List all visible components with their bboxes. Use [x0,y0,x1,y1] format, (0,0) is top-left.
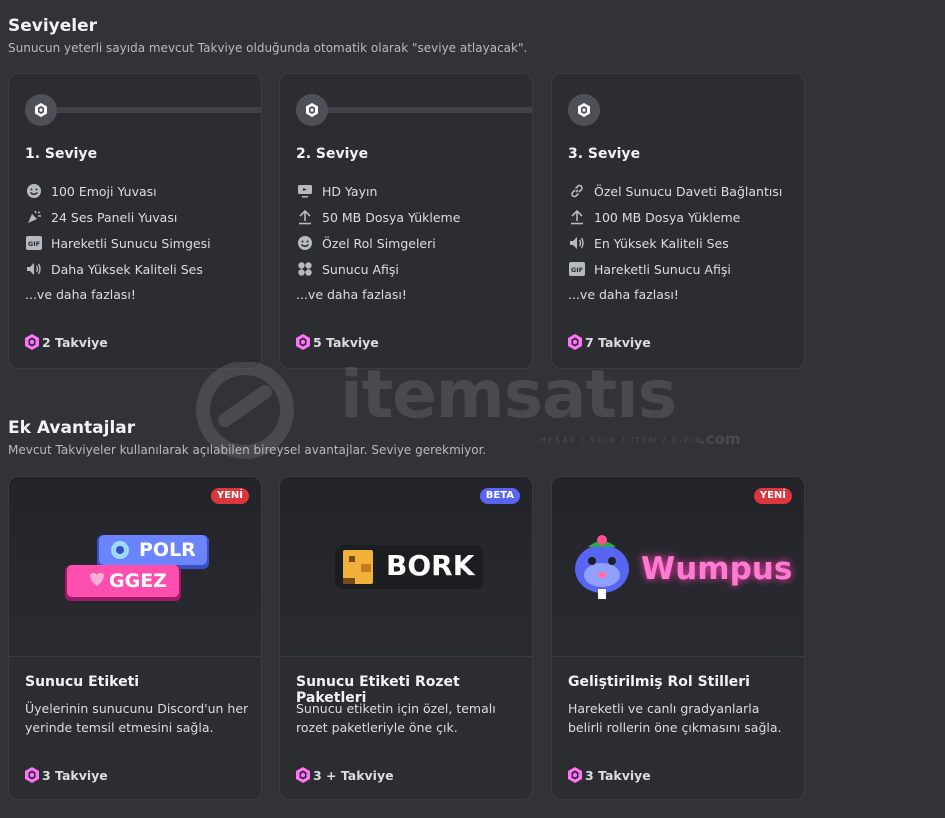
tier-title: 2. Seviye [296,146,369,162]
extras-section-title: Ek Avantajlar [8,418,136,438]
tier-card-2: 2. Seviye HD Yayın 50 MB Dosya Yükleme Ö… [279,73,533,369]
tier-card-1: 1. Seviye 100 Emoji Yuvası 24 Ses Paneli… [8,73,262,369]
perk-label: 50 MB Dosya Yükleme [322,209,461,225]
boost-count: 3 + Takviye [313,767,394,783]
perk-item: HD Yayın [296,178,460,204]
perk-label: HD Yayın [322,183,378,199]
tier-progress [568,94,804,126]
perk-item: Özel Sunucu Daveti Bağlantısı [568,178,782,204]
perk-label: Özel Rol Simgeleri [322,235,436,251]
gif-icon: GIF [568,260,586,278]
perk-label: En Yüksek Kaliteli Ses [594,235,729,251]
perk-item: Sunucu Afişi [296,256,460,282]
more-perks-text: ...ve daha fazlası! [568,287,679,302]
boost-gem-icon [296,334,310,350]
extra-perk-card-server-tag[interactable]: POLR GGEZ YENİ Sunucu Etiketi Üyelerinin… [8,476,262,800]
watermark-suffix: .com [700,430,741,448]
tier-perk-list: Özel Sunucu Daveti Bağlantısı 100 MB Dos… [568,178,782,308]
boost-requirement: 7 Takviye [568,334,651,350]
perk-label: Hareketli Sunucu Simgesi [51,235,211,251]
upload-icon [296,208,314,226]
tag-art-label-polr: POLR [139,539,196,561]
boost-gem-icon [25,334,39,350]
more-perks-text: ...ve daha fazlası! [296,287,407,302]
tier-title: 1. Seviye [25,146,98,162]
extra-perk-card-role-styles[interactable]: Wumpus YENİ Geliştirilmiş Rol Stilleri H… [551,476,805,800]
extra-perk-title: Geliştirilmiş Rol Stilleri [568,674,750,690]
role-style-art-label-wumpus: Wumpus [641,551,793,587]
boost-gem-icon [568,767,582,783]
perk-label: Sunucu Afişi [322,261,399,277]
boost-gem-icon [568,334,582,350]
extra-perk-description: Üyelerinin sunucunu Discord'un her yerin… [25,701,249,735]
boost-count: 2 Takviye [42,334,108,350]
speaker-icon [25,260,43,278]
boost-requirement: 3 + Takviye [296,767,394,783]
tier-progress [25,94,261,126]
perk-item: GIF Hareketli Sunucu Afişi [568,256,782,282]
extra-perk-description: Sunucu etiketin için özel, temalı rozet … [296,701,496,735]
tiers-section-title: Seviyeler [8,16,98,36]
boost-requirement: 2 Takviye [25,334,108,350]
perk-item: 100 MB Dosya Yükleme [568,204,782,230]
watermark-tagline: HESAP / SKIN / ITEM / E-PIN [540,436,703,445]
tier-badge-icon [296,94,328,126]
beta-badge: BETA [479,488,520,504]
svg-text:GIF: GIF [571,266,583,274]
stream-icon [296,182,314,200]
gif-icon: GIF [25,234,43,252]
perk-item: 24 Ses Paneli Yuvası [25,204,211,230]
boost-requirement: 5 Takviye [296,334,379,350]
perk-item: 100 Emoji Yuvası [25,178,211,204]
tier-badge-icon [568,94,600,126]
more-perks-text: ...ve daha fazlası! [25,287,136,302]
perk-label: Hareketli Sunucu Afişi [594,261,731,277]
extras-section-subtitle: Mevcut Takviyeler kullanılarak açılabile… [8,443,487,457]
extra-perk-card-badge-packs[interactable]: BORK BETA Sunucu Etiketi Rozet Paketleri… [279,476,533,800]
boost-count: 3 Takviye [42,767,108,783]
extra-perk-description: Hareketli ve canlı gradyanlarla belirli … [568,701,782,735]
tier-badge-icon [25,94,57,126]
perk-label: Daha Yüksek Kaliteli Ses [51,261,203,277]
tier-title: 3. Seviye [568,146,641,162]
extra-perk-title: Sunucu Etiketi [25,674,140,690]
link-icon [568,182,586,200]
boost-count: 5 Takviye [313,334,379,350]
badge-pack-illustration: BORK [280,477,532,657]
emoji-icon [25,182,43,200]
emoji-icon [296,234,314,252]
tiers-section-subtitle: Sunucun yeterli sayıda mevcut Takviye ol… [8,41,528,55]
new-badge: YENİ [210,488,249,504]
perk-label: 24 Ses Paneli Yuvası [51,209,178,225]
badge-art-label-bork: BORK [386,549,475,582]
perk-item: Daha Yüksek Kaliteli Ses [25,256,211,282]
boost-gem-icon [25,767,39,783]
boost-count: 3 Takviye [585,767,651,783]
boost-requirement: 3 Takviye [568,767,651,783]
perk-label: 100 MB Dosya Yükleme [594,209,741,225]
perk-item: Özel Rol Simgeleri [296,230,460,256]
boost-count: 7 Takviye [585,334,651,350]
soundboard-icon [25,208,43,226]
boost-gem-icon [296,767,310,783]
tier-perk-list: 100 Emoji Yuvası 24 Ses Paneli Yuvası GI… [25,178,211,308]
speaker-icon [568,234,586,252]
perk-label: Özel Sunucu Daveti Bağlantısı [594,183,783,199]
role-style-illustration: Wumpus [552,477,804,657]
new-badge: YENİ [753,488,792,504]
server-tag-illustration: POLR GGEZ [9,477,261,657]
banner-icon [296,260,314,278]
tier-progress [296,94,532,126]
svg-text:GIF: GIF [28,240,40,248]
tier-perk-list: HD Yayın 50 MB Dosya Yükleme Özel Rol Si… [296,178,460,308]
perk-item: En Yüksek Kaliteli Ses [568,230,782,256]
perk-item: GIF Hareketli Sunucu Simgesi [25,230,211,256]
perk-label: 100 Emoji Yuvası [51,183,157,199]
tier-card-3: 3. Seviye Özel Sunucu Daveti Bağlantısı … [551,73,805,369]
upload-icon [568,208,586,226]
perk-item: 50 MB Dosya Yükleme [296,204,460,230]
tag-art-label-ggez: GGEZ [109,570,167,592]
boost-requirement: 3 Takviye [25,767,108,783]
